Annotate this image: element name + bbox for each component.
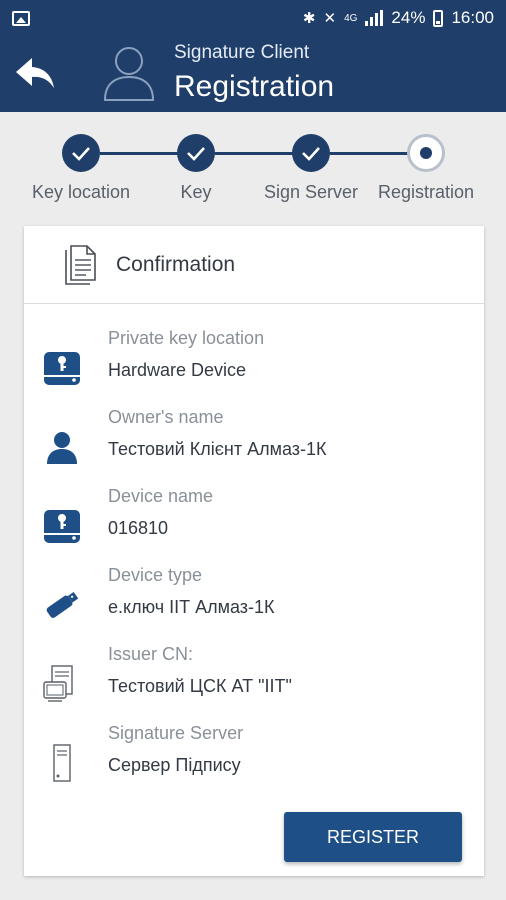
user-avatar-icon — [102, 42, 156, 102]
detail-row-signature-server: Signature Server Сервер Підпису — [24, 721, 484, 791]
row-label: Device name — [108, 486, 214, 506]
issuer-server-icon — [43, 665, 73, 702]
back-button[interactable] — [14, 54, 58, 94]
bluetooth-icon: ✱ — [302, 10, 316, 27]
row-value: Тестовий Клієнт Алмаз-1К — [108, 439, 327, 459]
battery-icon — [433, 9, 444, 27]
step-key[interactable]: Key — [136, 130, 256, 203]
step-registration[interactable]: Registration — [366, 130, 486, 203]
card-title: Confirmation — [116, 252, 236, 276]
detail-row-owner: Owner's name Тестовий Клієнт Алмаз-1К — [24, 405, 484, 475]
row-label: Signature Server — [108, 723, 244, 743]
check-icon — [292, 134, 330, 172]
progress-stepper: Key location Key Sign Server Registratio… — [0, 130, 506, 210]
row-label: Private key location — [108, 328, 265, 348]
detail-row-issuer: Issuer CN: Тестовий ЦСК АТ "ІІТ" — [24, 642, 484, 712]
step-label: Sign Server — [263, 182, 359, 202]
step-key-location[interactable]: Key location — [21, 130, 141, 203]
person-icon — [47, 432, 77, 464]
detail-row-device-type: Device type е.ключ ІІТ Алмаз-1К — [24, 563, 484, 633]
status-bar: ✱ ✕ 4G 24% 16:00 — [0, 0, 506, 36]
step-label: Key — [180, 182, 212, 202]
confirmation-card: Confirmation Private key location Hardwa… — [24, 226, 484, 876]
hard-drive-key-icon — [44, 352, 80, 385]
document-icon — [65, 244, 96, 285]
check-icon — [177, 134, 215, 172]
signal-icon — [365, 10, 384, 26]
current-step-icon — [407, 134, 445, 172]
row-label: Issuer CN: — [108, 644, 194, 664]
row-value: Тестовий ЦСК АТ "ІІТ" — [108, 676, 292, 696]
row-value: е.ключ ІІТ Алмаз-1К — [108, 597, 275, 617]
card-header: Confirmation — [24, 226, 484, 304]
app-header: Signature Client Registration — [0, 36, 506, 112]
step-label: Registration — [377, 182, 475, 202]
detail-row-device-name: Device name 016810 — [24, 484, 484, 554]
row-value: Hardware Device — [108, 360, 247, 380]
hard-drive-key-icon — [44, 510, 80, 543]
row-label: Owner's name — [108, 407, 224, 427]
back-arrow-icon — [16, 58, 54, 88]
mute-icon: ✕ — [323, 10, 337, 27]
check-icon — [62, 134, 100, 172]
row-value: 016810 — [108, 518, 169, 538]
header-subtitle: Signature Client — [174, 42, 310, 63]
clock: 16:00 — [451, 8, 494, 27]
page-title: Registration — [174, 70, 335, 103]
usb-key-icon — [46, 591, 79, 618]
server-tower-icon — [53, 744, 71, 782]
step-sign-server[interactable]: Sign Server — [251, 130, 371, 203]
network-type: 4G — [344, 12, 358, 24]
step-label: Key location — [31, 182, 131, 202]
detail-row-key-location: Private key location Hardware Device — [24, 326, 484, 396]
battery-percent: 24% — [391, 8, 426, 27]
row-value: Сервер Підпису — [108, 755, 241, 775]
row-label: Device type — [108, 565, 203, 585]
gallery-notification-icon — [12, 10, 30, 26]
register-button[interactable]: REGISTER — [284, 812, 462, 862]
